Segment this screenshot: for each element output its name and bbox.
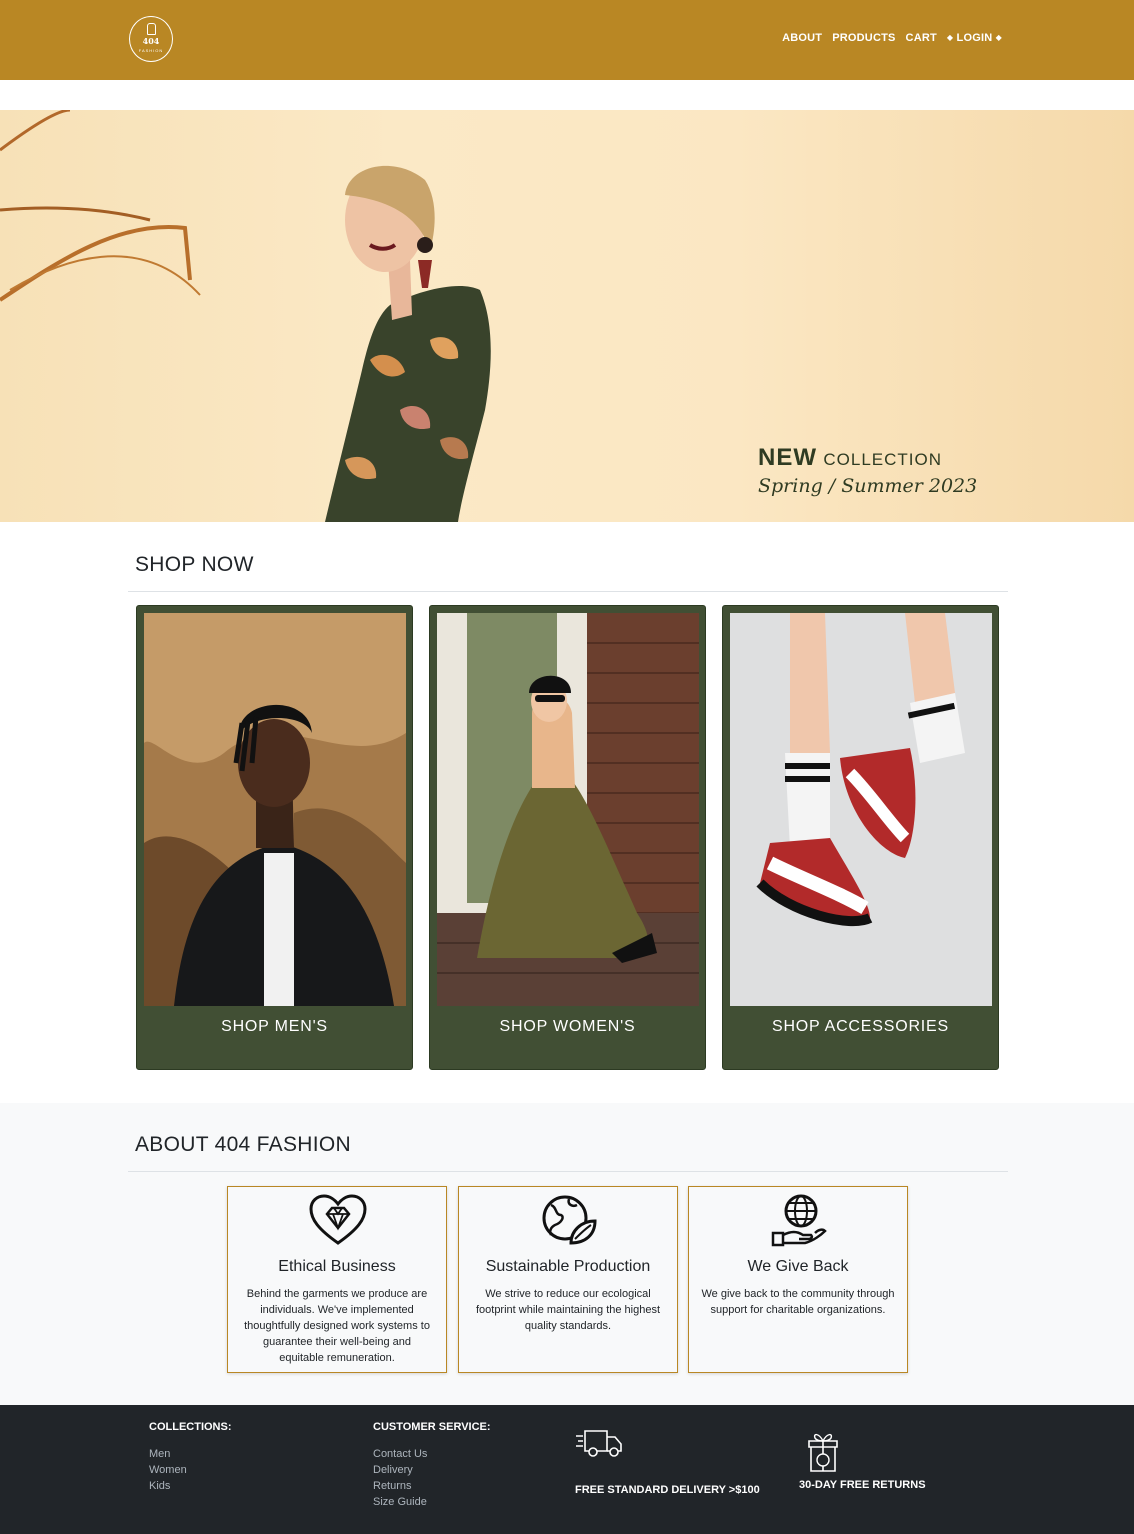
- hero-new: NEW: [758, 444, 817, 471]
- mens-image: [144, 613, 406, 1006]
- site-footer: COLLECTIONS: Men Women Kids CUSTOMER SER…: [0, 1405, 1134, 1534]
- heart-diamond-icon: [309, 1194, 367, 1245]
- hero-season: Spring / Summer 2023: [758, 475, 978, 497]
- hand-globe-icon: [771, 1194, 827, 1247]
- shop-section-title: SHOP NOW: [135, 553, 254, 576]
- about-divider: [128, 1171, 1008, 1172]
- footer-link-returns[interactable]: Returns: [373, 1478, 491, 1494]
- logo-subtext: FASHION: [138, 48, 164, 53]
- nav-cart[interactable]: CART: [906, 32, 937, 44]
- nav-about[interactable]: ABOUT: [782, 32, 822, 44]
- shop-accessories-card[interactable]: SHOP ACCESSORIES: [722, 605, 999, 1070]
- hero-banner: NEW COLLECTION Spring / Summer 2023: [0, 110, 1134, 522]
- gift-return-icon: [808, 1433, 838, 1472]
- diamond-icon: ◆: [946, 33, 954, 42]
- nav-products[interactable]: PRODUCTS: [832, 32, 895, 44]
- perk-returns-text: 30-DAY FREE RETURNS: [799, 1479, 926, 1491]
- footer-link-kids[interactable]: Kids: [149, 1478, 232, 1494]
- footer-link-men[interactable]: Men: [149, 1446, 232, 1462]
- footer-link-women[interactable]: Women: [149, 1462, 232, 1478]
- about-section-title: ABOUT 404 FASHION: [135, 1133, 351, 1156]
- footer-link-contact[interactable]: Contact Us: [373, 1446, 491, 1462]
- shop-divider: [128, 591, 1008, 592]
- brand-logo[interactable]: 404 FASHION: [129, 16, 173, 62]
- feature-give-back-title: We Give Back: [747, 1258, 849, 1275]
- feature-sustainable: Sustainable Production We strive to redu…: [458, 1186, 678, 1373]
- feature-give-back-desc: We give back to the community through su…: [701, 1288, 895, 1316]
- nav-login[interactable]: ◆ LOGIN ◆: [947, 32, 1002, 44]
- hero-caption: NEW COLLECTION Spring / Summer 2023: [758, 444, 977, 497]
- shop-womens-label: SHOP WOMEN'S: [499, 1018, 636, 1035]
- site-header: 404 FASHION ABOUT PRODUCTS CART ◆ LOGIN …: [0, 0, 1134, 80]
- nav-login-label: LOGIN: [956, 32, 993, 44]
- feature-sustainable-title: Sustainable Production: [485, 1258, 651, 1275]
- earth-leaf-icon: [542, 1195, 597, 1245]
- shop-mens-label: SHOP MEN'S: [221, 1018, 328, 1035]
- main-nav: ABOUT PRODUCTS CART ◆ LOGIN ◆: [782, 32, 1002, 44]
- footer-collections: COLLECTIONS: Men Women Kids: [149, 1421, 232, 1494]
- footer-link-size-guide[interactable]: Size Guide: [373, 1494, 491, 1510]
- feature-sustainable-desc: We strive to reduce our ecological footp…: [475, 1288, 661, 1332]
- perk-delivery-text: FREE STANDARD DELIVERY >$100: [575, 1484, 760, 1496]
- feature-give-back: We Give Back We give back to the communi…: [688, 1186, 908, 1373]
- shop-mens-card[interactable]: SHOP MEN'S: [136, 605, 413, 1070]
- feature-ethical: Ethical Business Behind the garments we …: [227, 1186, 447, 1373]
- diamond-icon: ◆: [995, 33, 1002, 42]
- logo-number: 404: [142, 36, 160, 46]
- shop-accessories-label: SHOP ACCESSORIES: [771, 1018, 949, 1035]
- accessories-image: [730, 613, 992, 1006]
- footer-service-heading: CUSTOMER SERVICE:: [373, 1421, 491, 1433]
- feature-ethical-desc: Behind the garments we produce are indiv…: [244, 1288, 430, 1364]
- hero-collection: COLLECTION: [823, 450, 943, 469]
- shop-womens-card[interactable]: SHOP WOMEN'S: [429, 605, 706, 1070]
- perk-returns: 30-DAY FREE RETURNS: [799, 1425, 926, 1491]
- logo-mark-icon: [147, 23, 156, 35]
- feature-ethical-title: Ethical Business: [278, 1258, 396, 1275]
- truck-icon: [576, 1430, 622, 1457]
- perk-delivery: FREE STANDARD DELIVERY >$100: [575, 1425, 760, 1496]
- footer-customer-service: CUSTOMER SERVICE: Contact Us Delivery Re…: [373, 1421, 491, 1510]
- footer-collections-heading: COLLECTIONS:: [149, 1421, 232, 1433]
- footer-link-delivery[interactable]: Delivery: [373, 1462, 491, 1478]
- womens-image: [437, 613, 699, 1006]
